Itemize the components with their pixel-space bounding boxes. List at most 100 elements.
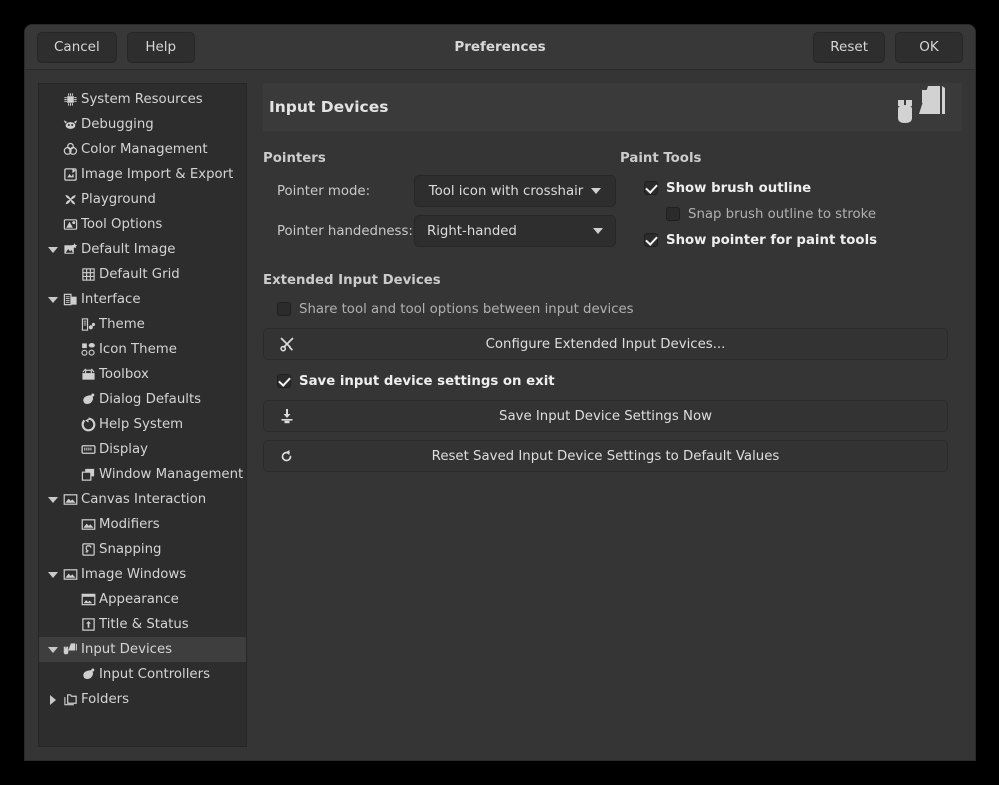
checkbox-box bbox=[666, 207, 680, 221]
show-pointer-paint-tools-label: Show pointer for paint tools bbox=[666, 232, 878, 248]
show-brush-outline-label: Show brush outline bbox=[666, 180, 812, 196]
sidebar-item-label: Snapping bbox=[99, 542, 162, 557]
expander-triangle-down-icon[interactable] bbox=[45, 496, 61, 503]
sidebar-item-image-windows[interactable]: Image Windows bbox=[39, 562, 246, 587]
chevron-down-icon bbox=[593, 228, 603, 234]
pointer-mode-value: Tool icon with crosshair bbox=[428, 183, 584, 199]
expander-triangle-right-icon[interactable] bbox=[45, 694, 61, 705]
sidebar-item-debugging[interactable]: Debugging bbox=[39, 112, 246, 137]
page-header: Input Devices bbox=[263, 83, 962, 131]
toolbox-icon bbox=[79, 367, 97, 383]
sidebar-item-label: Title & Status bbox=[99, 617, 189, 632]
snap-brush-outline-checkbox[interactable]: Snap brush outline to stroke bbox=[620, 201, 962, 227]
checkbox-box bbox=[644, 181, 658, 195]
title-status-icon bbox=[79, 617, 97, 633]
windows-icon bbox=[79, 467, 97, 483]
mouse-stylus-icon bbox=[894, 84, 948, 130]
dialog-defaults-icon bbox=[79, 392, 97, 408]
reset-button[interactable]: Reset bbox=[813, 31, 885, 63]
sidebar-item-default-image[interactable]: Default Image bbox=[39, 237, 246, 262]
sidebar-item-label: Playground bbox=[81, 192, 156, 207]
canvas-icon bbox=[79, 517, 97, 533]
sidebar-item-folders[interactable]: Folders bbox=[39, 687, 246, 712]
sidebar-item-label: Appearance bbox=[99, 592, 179, 607]
pointer-handedness-row: Pointer handedness: Right-handed bbox=[263, 215, 620, 247]
expander-triangle-down-icon[interactable] bbox=[45, 296, 61, 303]
save-input-device-settings-now-button[interactable]: Save Input Device Settings Now bbox=[263, 400, 948, 432]
sidebar-item-icon-theme[interactable]: Icon Theme bbox=[39, 337, 246, 362]
ok-button[interactable]: OK bbox=[895, 31, 963, 63]
pointer-mode-dropdown[interactable]: Tool icon with crosshair bbox=[414, 175, 616, 207]
sidebar-item-label: Folders bbox=[81, 692, 130, 707]
sidebar-item-image-import-export[interactable]: Image Import & Export bbox=[39, 162, 246, 187]
help-button[interactable]: Help bbox=[126, 31, 195, 63]
pointers-section-title: Pointers bbox=[263, 151, 326, 166]
snap-brush-outline-label: Snap brush outline to stroke bbox=[688, 206, 877, 222]
pointer-handedness-value: Right-handed bbox=[427, 223, 517, 239]
preferences-sidebar-tree[interactable]: System Resources Debugging Color Managemen… bbox=[38, 83, 247, 747]
expander-triangle-down-icon[interactable] bbox=[45, 646, 61, 653]
sidebar-item-label: Image Windows bbox=[81, 567, 187, 582]
grid-icon bbox=[79, 267, 97, 283]
sidebar-item-snapping[interactable]: Snapping bbox=[39, 537, 246, 562]
sidebar-item-label: Color Management bbox=[81, 142, 208, 157]
appearance-icon bbox=[79, 592, 97, 608]
theme-icon bbox=[79, 317, 97, 333]
checkbox-box bbox=[277, 302, 291, 316]
sidebar-item-toolbox[interactable]: Toolbox bbox=[39, 362, 246, 387]
sidebar-item-help-system[interactable]: Help System bbox=[39, 412, 246, 437]
interface-icon bbox=[61, 292, 79, 308]
help-system-icon bbox=[79, 417, 97, 433]
expander-triangle-down-icon[interactable] bbox=[45, 246, 61, 253]
tool-options-icon bbox=[61, 217, 79, 233]
checkbox-box bbox=[277, 374, 291, 388]
paint-tools-section: Paint Tools Show brush outline Snap brus… bbox=[620, 151, 962, 255]
sidebar-item-default-grid[interactable]: Default Grid bbox=[39, 262, 246, 287]
sidebar-item-color-management[interactable]: Color Management bbox=[39, 137, 246, 162]
sidebar-item-interface[interactable]: Interface bbox=[39, 287, 246, 312]
sidebar-item-appearance[interactable]: Appearance bbox=[39, 587, 246, 612]
cancel-button[interactable]: Cancel bbox=[37, 31, 117, 63]
sidebar-item-input-controllers[interactable]: Input Controllers bbox=[39, 662, 246, 687]
sidebar-item-label: Dialog Defaults bbox=[99, 392, 202, 407]
sidebar-item-window-management[interactable]: Window Management bbox=[39, 462, 246, 487]
sidebar-item-system-resources[interactable]: System Resources bbox=[39, 87, 246, 112]
header-left-buttons: Cancel Help bbox=[37, 31, 195, 63]
sidebar-item-modifiers[interactable]: Modifiers bbox=[39, 512, 246, 537]
snap-icon bbox=[79, 542, 97, 558]
sidebar-item-title-status[interactable]: Title & Status bbox=[39, 612, 246, 637]
sidebar-item-dialog-defaults[interactable]: Dialog Defaults bbox=[39, 387, 246, 412]
pinwheel-icon bbox=[61, 192, 79, 208]
chevron-down-icon bbox=[591, 188, 602, 194]
display-icon bbox=[79, 442, 97, 458]
window-body: System Resources Debugging Color Managemen… bbox=[25, 70, 975, 760]
sidebar-item-theme[interactable]: Theme bbox=[39, 312, 246, 337]
show-pointer-paint-tools-checkbox[interactable]: Show pointer for paint tools bbox=[620, 227, 962, 253]
extended-input-devices-section: Extended Input Devices Share tool and to… bbox=[263, 273, 962, 480]
sidebar-item-canvas-interaction[interactable]: Canvas Interaction bbox=[39, 487, 246, 512]
show-brush-outline-checkbox[interactable]: Show brush outline bbox=[620, 175, 962, 201]
sidebar-item-playground[interactable]: Playground bbox=[39, 187, 246, 212]
color-wheels-icon bbox=[61, 142, 79, 158]
folders-icon bbox=[61, 692, 79, 708]
paint-tools-section-title: Paint Tools bbox=[620, 151, 702, 166]
share-tool-options-checkbox[interactable]: Share tool and tool options between inpu… bbox=[263, 296, 948, 322]
configure-extended-input-devices-button[interactable]: Configure Extended Input Devices... bbox=[263, 328, 948, 360]
expander-triangle-down-icon[interactable] bbox=[45, 571, 61, 578]
reset-saved-input-device-settings-button[interactable]: Reset Saved Input Device Settings to Def… bbox=[263, 440, 948, 472]
preferences-window: Cancel Help Preferences Reset OK System … bbox=[25, 25, 975, 760]
top-sections: Pointers Pointer mode: Tool icon with cr… bbox=[263, 151, 962, 255]
pointer-mode-row: Pointer mode: Tool icon with crosshair bbox=[263, 175, 620, 207]
sidebar-item-tool-options[interactable]: Tool Options bbox=[39, 212, 246, 237]
sidebar-item-label: Canvas Interaction bbox=[81, 492, 207, 507]
extended-section-title: Extended Input Devices bbox=[263, 273, 441, 288]
input-devices-icon bbox=[61, 642, 79, 658]
pointer-mode-label: Pointer mode: bbox=[277, 183, 371, 199]
save-settings-on-exit-checkbox[interactable]: Save input device settings on exit bbox=[263, 368, 948, 394]
pointers-section: Pointers Pointer mode: Tool icon with cr… bbox=[263, 151, 620, 255]
sidebar-item-label: Help System bbox=[99, 417, 184, 432]
sidebar-item-input-devices[interactable]: Input Devices bbox=[39, 637, 246, 662]
sidebar-item-display[interactable]: Display bbox=[39, 437, 246, 462]
pointer-handedness-dropdown[interactable]: Right-handed bbox=[414, 215, 616, 247]
header-right-buttons: Reset OK bbox=[813, 31, 963, 63]
